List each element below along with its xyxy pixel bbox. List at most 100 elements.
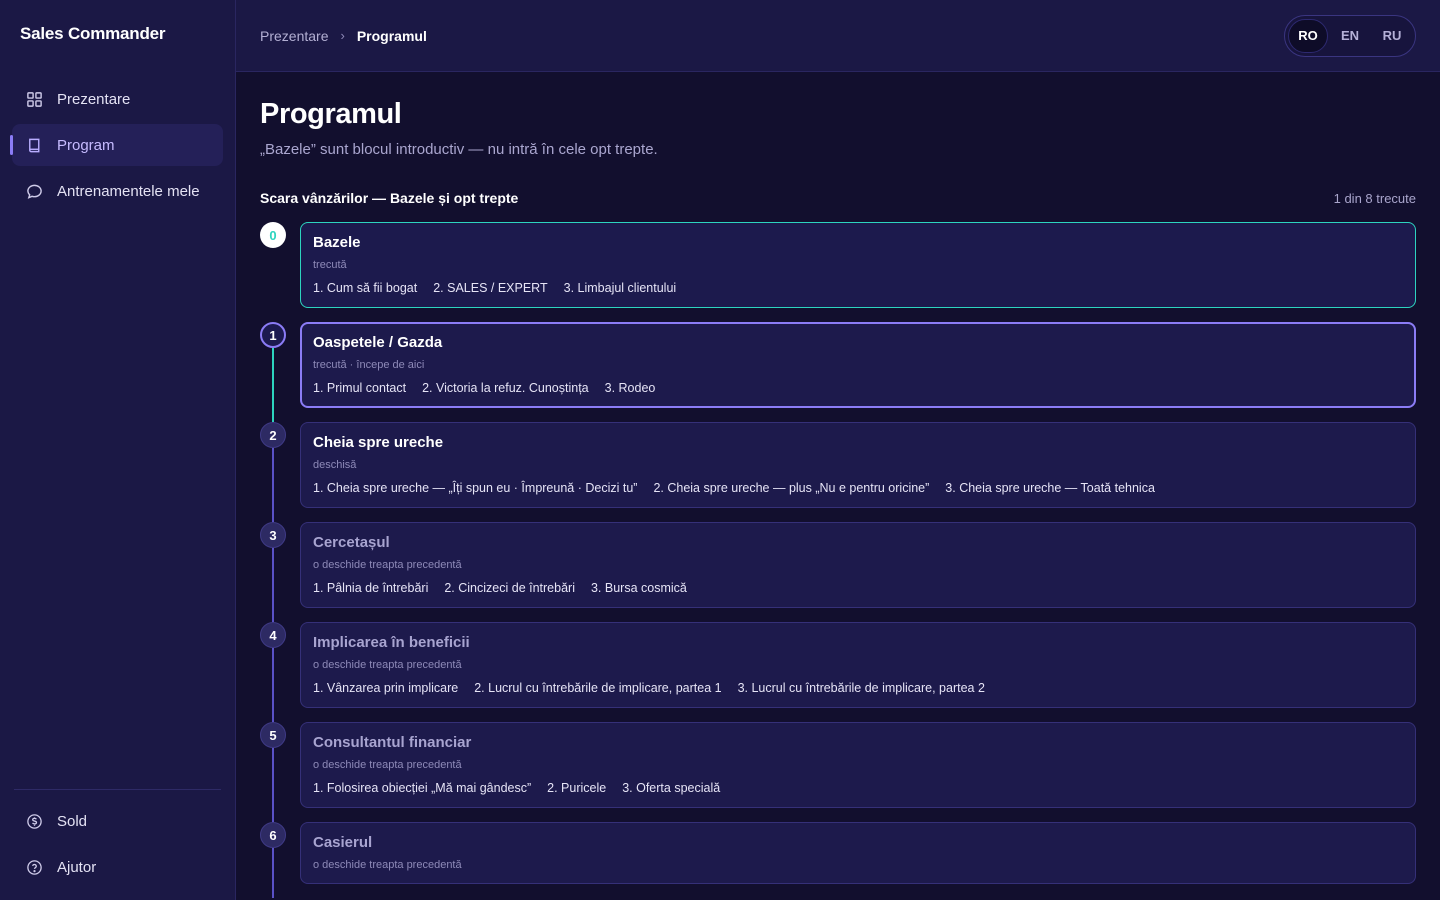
step-status: trecută <box>313 259 347 271</box>
sidebar-item-antrenamente[interactable]: Antrenamentele mele <box>12 170 223 212</box>
step-status: o deschide treapta precedentă <box>313 859 462 871</box>
page-subtitle: „Bazele” sunt blocul introductiv — nu in… <box>260 141 658 158</box>
lesson-link[interactable]: 1. Pâlnia de întrebări <box>313 581 428 595</box>
step-card[interactable]: Oaspetele / Gazda trecută · începe de aic… <box>300 322 1416 408</box>
sidebar-item-ajutor[interactable]: Ajutor <box>12 846 223 888</box>
lesson-link[interactable]: 2. Puricele <box>547 781 606 795</box>
topbar: Prezentare › Programul RO EN RU <box>236 0 1440 72</box>
step-card[interactable]: Bazele trecută 1. Cum să fii bogat 2. SALES… <box>300 222 1416 308</box>
lesson-link[interactable]: 1. Cum să fii bogat <box>313 281 417 295</box>
lesson-link[interactable]: 1. Folosirea obiecției „Mă mai gândesc” <box>313 781 531 795</box>
dollar-circle-icon <box>27 813 42 829</box>
sidebar-item-label: Sold <box>57 812 88 830</box>
breadcrumb-current: Programul <box>356 27 427 44</box>
step-card[interactable]: Consultantul financiar o deschide treapta… <box>300 722 1416 808</box>
step-title: Oaspetele / Gazda <box>313 334 443 351</box>
step-status: o deschide treapta precedentă <box>313 659 462 671</box>
progress-counter: 1 din 8 trecute <box>1333 190 1416 206</box>
breadcrumb-link-prezentare[interactable]: Prezentare <box>260 28 328 44</box>
step-rail: 0 <box>260 222 300 308</box>
lesson-link[interactable]: 2. Victoria la refuz. Cunoștința <box>422 381 589 395</box>
step-lessons: 1. Folosirea obiecției „Mă mai gândesc” 2… <box>313 781 1403 795</box>
sidebar-item-label: Ajutor <box>57 858 97 876</box>
step-row: 2 Cheia spre ureche deschisă 1. Cheia spre … <box>260 422 1416 522</box>
step-rail: 3 <box>260 522 300 622</box>
sidebar-item-program[interactable]: Program <box>10 124 223 166</box>
section-title: Scara vânzărilor — Bazele și opt trepte <box>260 190 519 206</box>
lesson-link[interactable]: 1. Primul contact <box>313 381 406 395</box>
step-number-badge: 6 <box>260 822 286 848</box>
lesson-link[interactable]: 3. Rodeo <box>605 381 656 395</box>
step-title: Casierul <box>313 834 373 851</box>
step-rail: 4 <box>260 622 300 722</box>
step-card[interactable]: Casierul o deschide treapta precedentă <box>300 822 1416 884</box>
language-ru-button[interactable]: RU <box>1372 19 1412 53</box>
main-area: Prezentare › Programul RO EN RU Programu… <box>236 0 1440 900</box>
step-title: Implicarea în beneficii <box>313 634 470 651</box>
step-rail: 2 <box>260 422 300 522</box>
sidebar-item-sold[interactable]: Sold <box>12 800 223 842</box>
sidebar-item-prezentare[interactable]: Prezentare <box>12 78 223 120</box>
language-en-button[interactable]: EN <box>1330 19 1370 53</box>
sidebar-bottom-nav: Sold Ajutor <box>12 800 223 900</box>
step-lessons: 1. Cum să fii bogat 2. SALES / EXPERT 3. L… <box>313 281 1403 295</box>
step-number-badge: 5 <box>260 722 286 748</box>
lesson-link[interactable]: 3. Cheia spre ureche — Toată tehnica <box>945 481 1155 495</box>
grid-icon <box>27 91 42 107</box>
lesson-link[interactable]: 3. Lucrul cu întrebările de implicare, p… <box>738 681 985 695</box>
program-content: Programul „Bazele” sunt blocul introduct… <box>236 72 1440 900</box>
step-status: trecută · începe de aici <box>313 359 425 371</box>
step-status: deschisă <box>313 459 357 471</box>
lesson-link[interactable]: 2. Lucrul cu întrebările de implicare, p… <box>474 681 721 695</box>
step-lessons: 1. Pâlnia de întrebări 2. Cincizeci de în… <box>313 581 1403 595</box>
step-rail: 5 <box>260 722 300 822</box>
lesson-link[interactable]: 2. Cheia spre ureche — plus „Nu e pentru… <box>653 481 929 495</box>
step-row: 3 Cercetașul o deschide treapta precedentă… <box>260 522 1416 622</box>
lesson-link[interactable]: 1. Cheia spre ureche — „Îți spun eu · Îm… <box>313 481 637 495</box>
sidebar-item-label: Program <box>57 136 115 154</box>
step-number-badge: 2 <box>260 422 286 448</box>
sidebar-nav: Prezentare Program Antrenamentele mele <box>10 78 223 212</box>
step-row: 5 Consultantul financiar o deschide treapt… <box>260 722 1416 822</box>
page-title: Programul <box>260 98 402 130</box>
step-card[interactable]: Implicarea în beneficii o deschide treapt… <box>300 622 1416 708</box>
lesson-link[interactable]: 1. Vânzarea prin implicare <box>313 681 458 695</box>
step-lessons: 1. Primul contact 2. Victoria la refuz. C… <box>313 381 1403 395</box>
step-row: 1 Oaspetele / Gazda trecută · începe de ai… <box>260 322 1416 422</box>
lesson-link[interactable]: 2. Cincizeci de întrebări <box>444 581 575 595</box>
lesson-link[interactable]: 3. Oferta specială <box>622 781 720 795</box>
breadcrumb: Prezentare › Programul <box>260 28 427 44</box>
language-switcher: RO EN RU <box>1284 14 1416 57</box>
sidebar: Sales Commander Prezentare Program Antre… <box>0 0 236 900</box>
step-connector-line <box>272 348 274 422</box>
steps-list: 0 Bazele trecută 1. Cum să fii bogat 2. SALE… <box>260 222 1416 898</box>
step-card[interactable]: Cercetașul o deschide treapta precedentă 1… <box>300 522 1416 608</box>
step-row: 6 Casierul o deschide treapta precedentă <box>260 822 1416 898</box>
step-number-badge: 3 <box>260 522 286 548</box>
step-lessons: 1. Vânzarea prin implicare 2. Lucrul cu î… <box>313 681 1403 695</box>
step-rail: 6 <box>260 822 300 898</box>
step-title: Cheia spre ureche <box>313 434 444 451</box>
step-number-badge: 1 <box>260 322 286 348</box>
app-logo[interactable]: Sales Commander <box>12 0 223 78</box>
sidebar-item-label: Antrenamentele mele <box>57 182 200 200</box>
chevron-right-icon: › <box>340 28 345 43</box>
section-header: Scara vânzărilor — Bazele și opt trepte … <box>260 190 1416 206</box>
book-icon <box>29 138 40 152</box>
step-title: Bazele <box>313 234 361 251</box>
sidebar-item-label: Prezentare <box>57 90 131 108</box>
step-number-badge: 4 <box>260 622 286 648</box>
step-rail: 1 <box>260 322 300 422</box>
step-card[interactable]: Cheia spre ureche deschisă 1. Cheia spre u… <box>300 422 1416 508</box>
language-ro-button[interactable]: RO <box>1288 18 1328 53</box>
step-connector-line <box>272 748 274 822</box>
sidebar-divider <box>14 789 221 790</box>
lesson-link[interactable]: 3. Bursa cosmică <box>591 581 687 595</box>
step-number-badge: 0 <box>260 222 286 248</box>
step-row: 4 Implicarea în beneficii o deschide treap… <box>260 622 1416 722</box>
step-row: 0 Bazele trecută 1. Cum să fii bogat 2. SALE… <box>260 222 1416 308</box>
lesson-link[interactable]: 3. Limbajul clientului <box>564 281 677 295</box>
step-connector-line <box>272 648 274 722</box>
lesson-link[interactable]: 2. SALES / EXPERT <box>433 281 547 295</box>
step-connector-line <box>272 448 274 522</box>
